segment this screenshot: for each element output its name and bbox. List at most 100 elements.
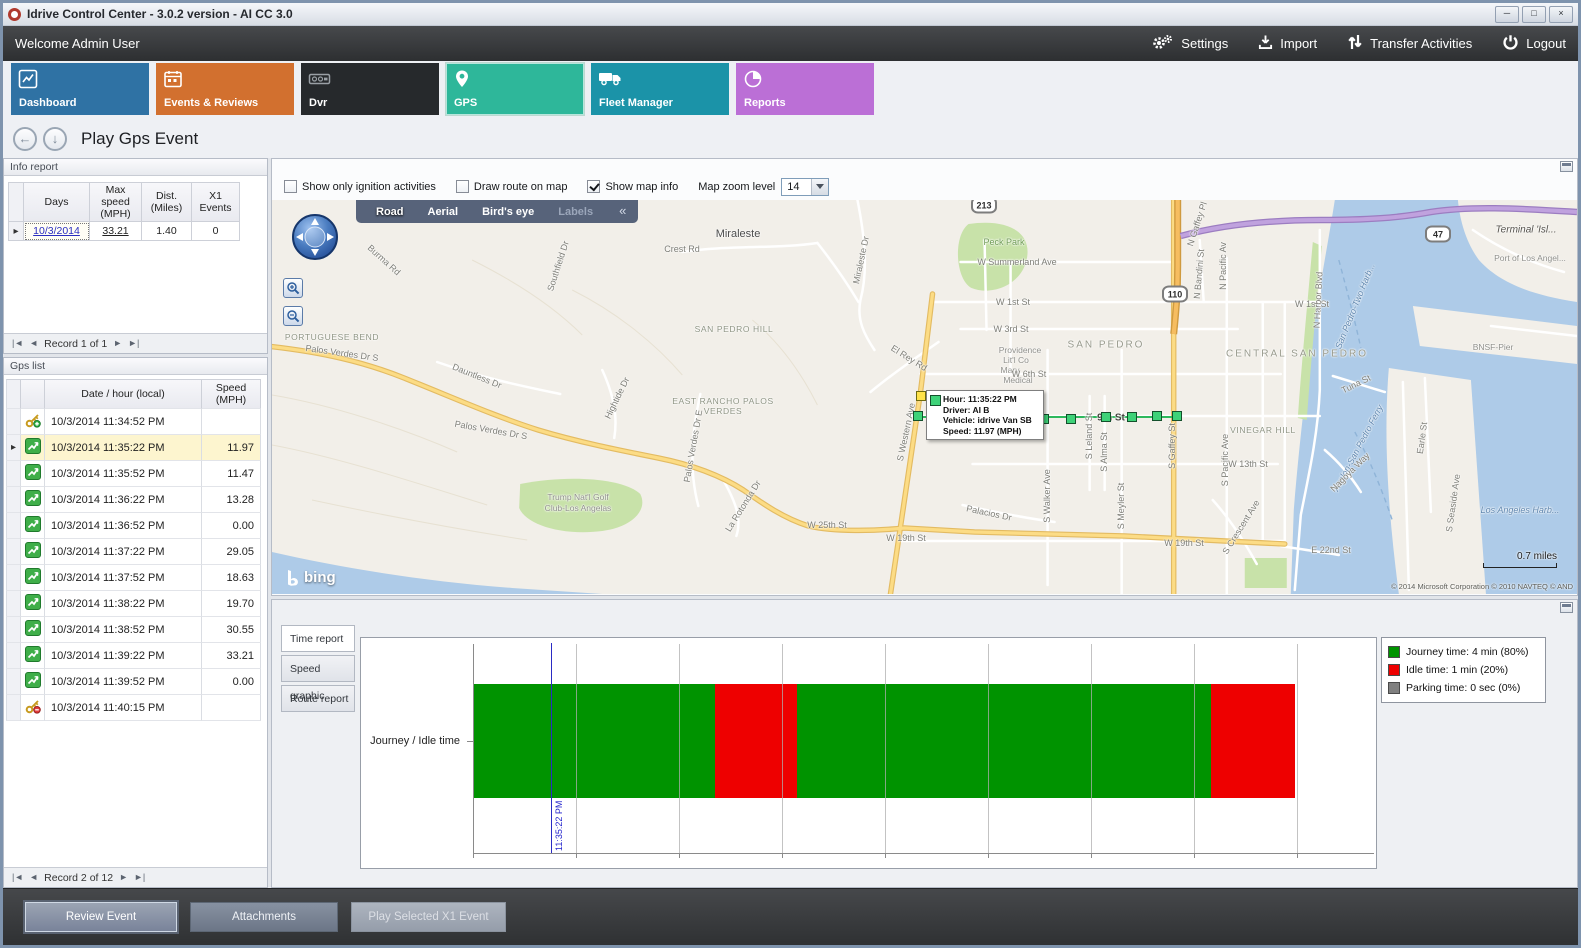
gps-list-row[interactable]: 10/3/2014 11:36:22 PM 13.28 xyxy=(6,487,261,513)
last-record-button[interactable]: ►| xyxy=(134,873,145,882)
logout-button[interactable]: Logout xyxy=(1502,34,1566,54)
collapse-map-styles-button[interactable]: « xyxy=(605,203,630,220)
gps-list-row[interactable]: 10/3/2014 11:35:52 PM 11.47 xyxy=(6,461,261,487)
pager-text: Record 2 of 12 xyxy=(44,872,113,884)
show-ignition-checkbox[interactable]: Show only ignition activities xyxy=(284,180,436,193)
gps-list-row[interactable]: 10/3/2014 11:37:22 PM 29.05 xyxy=(6,539,261,565)
last-record-button[interactable]: ►| xyxy=(128,339,139,348)
app-window: Idrive Control Center - 3.0.2 version - … xyxy=(0,0,1581,948)
map-compass-control[interactable] xyxy=(290,212,340,262)
show-map-info-checkbox[interactable]: Show map info xyxy=(587,180,678,193)
maximize-button[interactable]: □ xyxy=(1522,6,1546,23)
gps-point-icon xyxy=(25,568,41,587)
gps-list-row[interactable]: ▸ 10/3/2014 11:35:22 PM 11.97 xyxy=(6,435,261,461)
map-style-birds-eye[interactable]: Bird's eye xyxy=(470,206,546,218)
first-record-button[interactable]: |◄ xyxy=(12,339,23,348)
legend-label: Idle time: 1 min (20%) xyxy=(1406,664,1508,676)
close-button[interactable]: × xyxy=(1549,6,1573,23)
attachments-button[interactable]: Attachments xyxy=(190,902,338,932)
gps-list-row[interactable]: 10/3/2014 11:39:52 PM 0.00 xyxy=(6,669,261,695)
route-point-marker[interactable] xyxy=(1066,414,1076,424)
gps-table-body: 10/3/2014 11:34:52 PM ▸ 10/3/2014 11:35:… xyxy=(6,409,261,721)
footer-bar: Review Event Attachments Play Selected X… xyxy=(3,888,1578,945)
gps-list-pager: |◄ ◄ Record 2 of 12 ► ►| xyxy=(4,867,267,887)
gps-point-icon xyxy=(25,672,41,691)
next-record-button[interactable]: ► xyxy=(119,873,128,882)
legend-color-swatch xyxy=(1388,646,1400,658)
gridline xyxy=(885,644,886,853)
import-button[interactable]: Import xyxy=(1258,34,1317,53)
map-style-aerial[interactable]: Aerial xyxy=(416,206,471,218)
gps-list-row[interactable]: 10/3/2014 11:36:52 PM 0.00 xyxy=(6,513,261,539)
zoom-out-button[interactable] xyxy=(283,306,303,326)
gps-list-row[interactable]: 10/3/2014 11:40:15 PM xyxy=(6,695,261,721)
route-point-marker[interactable] xyxy=(1101,412,1111,422)
route-point-marker[interactable] xyxy=(1152,411,1162,421)
gps-list-row[interactable]: 10/3/2014 11:38:22 PM 19.70 xyxy=(6,591,261,617)
route-start-marker[interactable] xyxy=(916,391,926,401)
review-event-button[interactable]: Review Event xyxy=(25,902,177,932)
transfer-activities-button[interactable]: Transfer Activities xyxy=(1347,34,1472,53)
info-report-panel: Info report Days Max speed (MPH) Dist. (… xyxy=(3,158,268,354)
prev-record-button[interactable]: ◄ xyxy=(29,873,38,882)
highway-shield: 110 xyxy=(1162,286,1188,303)
play-selected-x1-event-button[interactable]: Play Selected X1 Event xyxy=(351,902,506,932)
tab-speed-graphic[interactable]: Speed graphic xyxy=(281,655,355,682)
back-button[interactable]: ← xyxy=(13,127,37,151)
map-style-road[interactable]: Road xyxy=(364,206,416,218)
gridline xyxy=(679,644,680,853)
down-button[interactable]: ↓ xyxy=(43,127,67,151)
gps-list-row[interactable]: 10/3/2014 11:39:22 PM 33.21 xyxy=(6,643,261,669)
tab-dashboard[interactable]: Dashboard xyxy=(11,63,149,115)
days-cell[interactable]: 10/3/2014 xyxy=(24,222,90,241)
legend-color-swatch xyxy=(1388,664,1400,676)
tab-dvr[interactable]: Dvr xyxy=(301,63,439,115)
gps-list-row[interactable]: 10/3/2014 11:38:52 PM 30.55 xyxy=(6,617,261,643)
time-cursor[interactable] xyxy=(551,643,552,853)
collapse-panel-button[interactable] xyxy=(1560,161,1573,172)
highway-shield: 47 xyxy=(1425,226,1451,243)
map-style-labels[interactable]: Labels xyxy=(546,206,605,218)
chart-plot: Journey / Idle time 11:35:22 PM xyxy=(360,637,1377,869)
row-indicator: ▸ xyxy=(13,226,18,237)
welcome-text: Welcome Admin User xyxy=(15,36,140,51)
info-report-row[interactable]: ▸ 10/3/2014 33.21 1.40 0 xyxy=(8,222,240,241)
route-point-marker[interactable] xyxy=(913,411,923,421)
next-record-button[interactable]: ► xyxy=(113,339,122,348)
gps-list-row[interactable]: 10/3/2014 11:37:52 PM 18.63 xyxy=(6,565,261,591)
chevron-down-icon[interactable] xyxy=(811,179,828,195)
minimize-button[interactable]: ─ xyxy=(1495,6,1519,23)
gps-list-panel-title: Gps list xyxy=(4,358,267,375)
settings-button[interactable]: Settings xyxy=(1150,34,1228,54)
events-icon xyxy=(163,69,183,94)
route-point-marker[interactable] xyxy=(1127,412,1137,422)
tab-events-reviews[interactable]: Events & Reviews xyxy=(156,63,294,115)
tab-time-report[interactable]: Time report xyxy=(281,625,355,652)
gps-list-row[interactable]: 10/3/2014 11:34:52 PM xyxy=(6,409,261,435)
map[interactable]: MiralestePeck ParkW Summerland AveCrest … xyxy=(272,200,1577,594)
first-record-button[interactable]: |◄ xyxy=(12,873,23,882)
time-report-panel: Time report Speed graphic Route report J… xyxy=(271,599,1578,888)
tab-fleet-manager[interactable]: Fleet Manager xyxy=(591,63,729,115)
dvr-icon xyxy=(308,69,332,94)
chart-x-axis xyxy=(473,853,1374,854)
axis-tick xyxy=(1194,854,1195,858)
column-header-days: Days xyxy=(24,182,90,222)
zoom-level-select[interactable]: 14 xyxy=(781,178,829,196)
bar-segment-idle xyxy=(715,684,797,798)
column-header xyxy=(8,182,24,222)
tab-reports[interactable]: Reports xyxy=(736,63,874,115)
tab-route-report[interactable]: Route report xyxy=(281,685,355,712)
draw-route-checkbox[interactable]: Draw route on map xyxy=(456,180,568,193)
zoom-in-button[interactable] xyxy=(283,278,303,298)
chart-category-label: Journey / Idle time xyxy=(361,735,467,747)
import-icon xyxy=(1258,34,1273,53)
tooltip-vehicle: Vehicle: idrive Van SB xyxy=(943,415,1040,426)
route-point-marker[interactable] xyxy=(1172,411,1182,421)
tab-gps[interactable]: GPS xyxy=(446,63,584,115)
checkbox-icon xyxy=(284,180,297,193)
column-header-max-speed: Max speed (MPH) xyxy=(90,182,142,222)
prev-record-button[interactable]: ◄ xyxy=(29,339,38,348)
gridline xyxy=(1297,644,1298,853)
collapse-panel-button[interactable] xyxy=(1560,602,1573,613)
